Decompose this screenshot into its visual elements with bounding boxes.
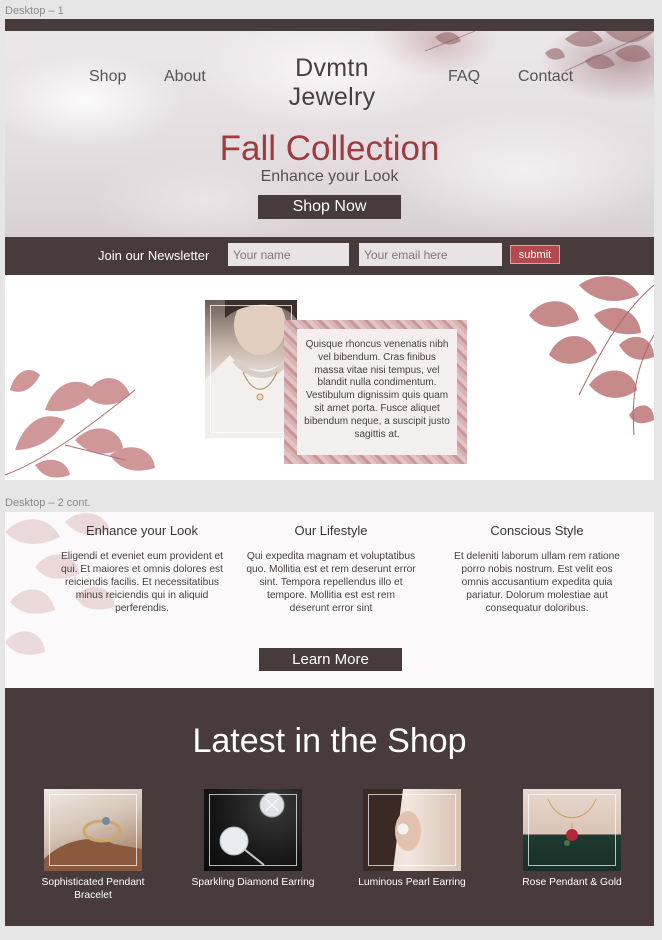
- newsletter-name-input[interactable]: [228, 243, 349, 266]
- newsletter-label: Join our Newsletter: [98, 248, 210, 263]
- product-card-rose-pendant[interactable]: Rose Pendant & Gold: [502, 789, 642, 889]
- shop-now-button[interactable]: Shop Now: [258, 195, 401, 219]
- latest-shop-section: Latest in the Shop Sophisticated Pendant…: [5, 688, 654, 926]
- product-name[interactable]: Rose Pendant & Gold: [502, 876, 642, 889]
- quote-text: Quisque rhoncus venenatis nibh vel biben…: [297, 329, 457, 455]
- thumb-frame-line: [368, 794, 456, 866]
- nav-link-about[interactable]: About: [164, 68, 206, 86]
- column-body: Et deleniti laborum ullam rem ratione po…: [454, 551, 620, 614]
- thumb-frame-line: [528, 794, 616, 866]
- product-image-diamond-earring[interactable]: [204, 789, 302, 871]
- column-title: Enhance your Look: [85, 523, 199, 538]
- column-title: Conscious Style: [490, 523, 584, 538]
- product-name[interactable]: Sophisticated Pendant Bracelet: [23, 876, 163, 902]
- right-leaves-illustration: [529, 276, 654, 436]
- desktop-frame-2: Enhance your Look Eligendi et eveniet eu…: [5, 512, 654, 926]
- desktop-frame-1: Shop About Dvmtn Jewelry FAQ Contact Fal…: [5, 19, 654, 480]
- top-bar: [5, 19, 654, 31]
- product-card-diamond-earring[interactable]: Sparkling Diamond Earring: [183, 789, 323, 889]
- quote-card: Quisque rhoncus venenatis nibh vel biben…: [284, 320, 467, 464]
- column-body: Qui expedita magnam et voluptatibus quo.…: [246, 551, 416, 614]
- product-image-bracelet[interactable]: [44, 789, 142, 871]
- product-card-bracelet[interactable]: Sophisticated Pendant Bracelet: [23, 789, 163, 902]
- nav-link-faq[interactable]: FAQ: [448, 68, 480, 86]
- thumb-frame-line: [49, 794, 137, 866]
- newsletter-submit-button[interactable]: submit: [510, 245, 560, 264]
- shop-section-title: Latest in the Shop: [192, 722, 467, 760]
- left-leaves-illustration: [5, 370, 155, 478]
- portrait-frame-line: [210, 305, 292, 433]
- frame-label-desktop-1: Desktop – 1: [5, 5, 64, 17]
- newsletter-email-input[interactable]: [359, 243, 502, 266]
- product-card-pearl-earring[interactable]: Luminous Pearl Earring: [342, 789, 482, 889]
- hero-title: Fall Collection: [219, 129, 440, 168]
- nav-link-shop[interactable]: Shop: [89, 68, 126, 86]
- brand-logo-text[interactable]: Dvmtn Jewelry: [249, 54, 415, 112]
- product-name[interactable]: Luminous Pearl Earring: [342, 876, 482, 889]
- product-name[interactable]: Sparkling Diamond Earring: [183, 876, 323, 889]
- learn-more-button[interactable]: Learn More: [259, 648, 402, 671]
- hero-section: Shop About Dvmtn Jewelry FAQ Contact Fal…: [5, 31, 654, 237]
- newsletter-bar: Join our Newsletter submit: [5, 237, 654, 275]
- column-body: Eligendi et eveniet eum provident et qui…: [61, 551, 223, 614]
- column-title: Our Lifestyle: [294, 523, 368, 538]
- frame-label-desktop-2: Desktop – 2 cont.: [5, 497, 91, 509]
- thumb-frame-line: [209, 794, 297, 866]
- product-image-rose-pendant[interactable]: [523, 789, 621, 871]
- nav-link-contact[interactable]: Contact: [518, 68, 573, 86]
- hero-subtitle: Enhance your Look: [260, 168, 399, 185]
- product-image-pearl-earring[interactable]: [363, 789, 461, 871]
